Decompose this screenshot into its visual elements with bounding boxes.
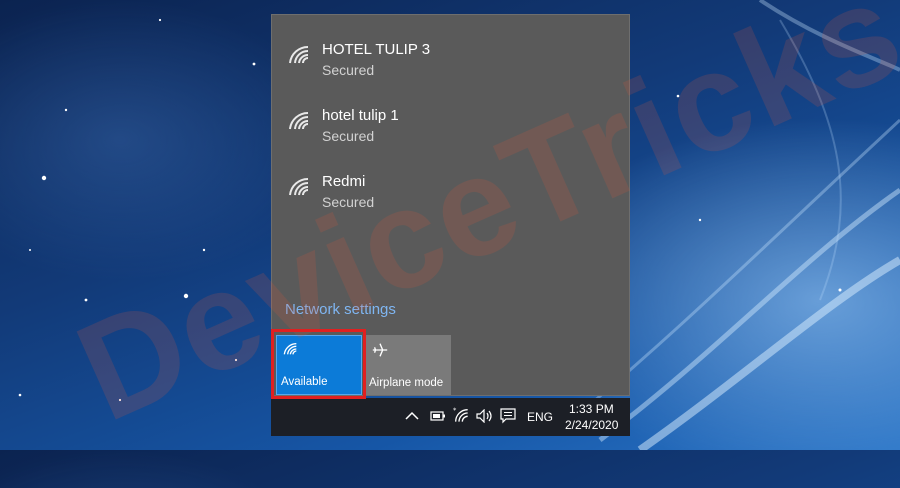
network-name: Redmi xyxy=(322,173,366,190)
language-indicator[interactable]: ENG xyxy=(527,410,553,424)
volume-icon[interactable] xyxy=(476,409,494,423)
action-center-icon[interactable] xyxy=(500,408,516,424)
airplane-icon xyxy=(372,343,388,357)
wifi-icon xyxy=(289,45,309,64)
wifi-icon[interactable]: * xyxy=(453,406,469,424)
network-name: HOTEL TULIP 3 xyxy=(322,41,431,58)
network-item-hotel-tulip-3[interactable]: HOTEL TULIP 3 Secured xyxy=(272,25,631,83)
wifi-icon xyxy=(289,111,309,130)
clock-time[interactable]: 1:33 PM xyxy=(569,402,614,416)
network-settings-link[interactable]: Network settings xyxy=(285,301,396,318)
wifi-icon xyxy=(289,177,309,196)
airplane-tile-label: Airplane mode xyxy=(369,377,444,389)
clock-date[interactable]: 2/24/2020 xyxy=(565,418,618,432)
chevron-up-icon[interactable] xyxy=(405,411,419,421)
highlight-annotation xyxy=(271,329,366,399)
network-item-redmi[interactable]: Redmi Secured xyxy=(272,157,631,215)
network-status: Secured xyxy=(322,128,375,144)
taskbar: * ENG 1:33 PM 2/24/2020 xyxy=(271,398,630,436)
network-item-hotel-tulip-1[interactable]: hotel tulip 1 Secured xyxy=(272,91,631,149)
battery-icon[interactable] xyxy=(430,411,446,421)
network-name: hotel tulip 1 xyxy=(322,107,399,124)
network-status: Secured xyxy=(322,194,375,210)
network-status: Secured xyxy=(322,62,375,78)
svg-text:*: * xyxy=(453,406,457,414)
airplane-mode-tile[interactable]: Airplane mode xyxy=(365,335,451,395)
